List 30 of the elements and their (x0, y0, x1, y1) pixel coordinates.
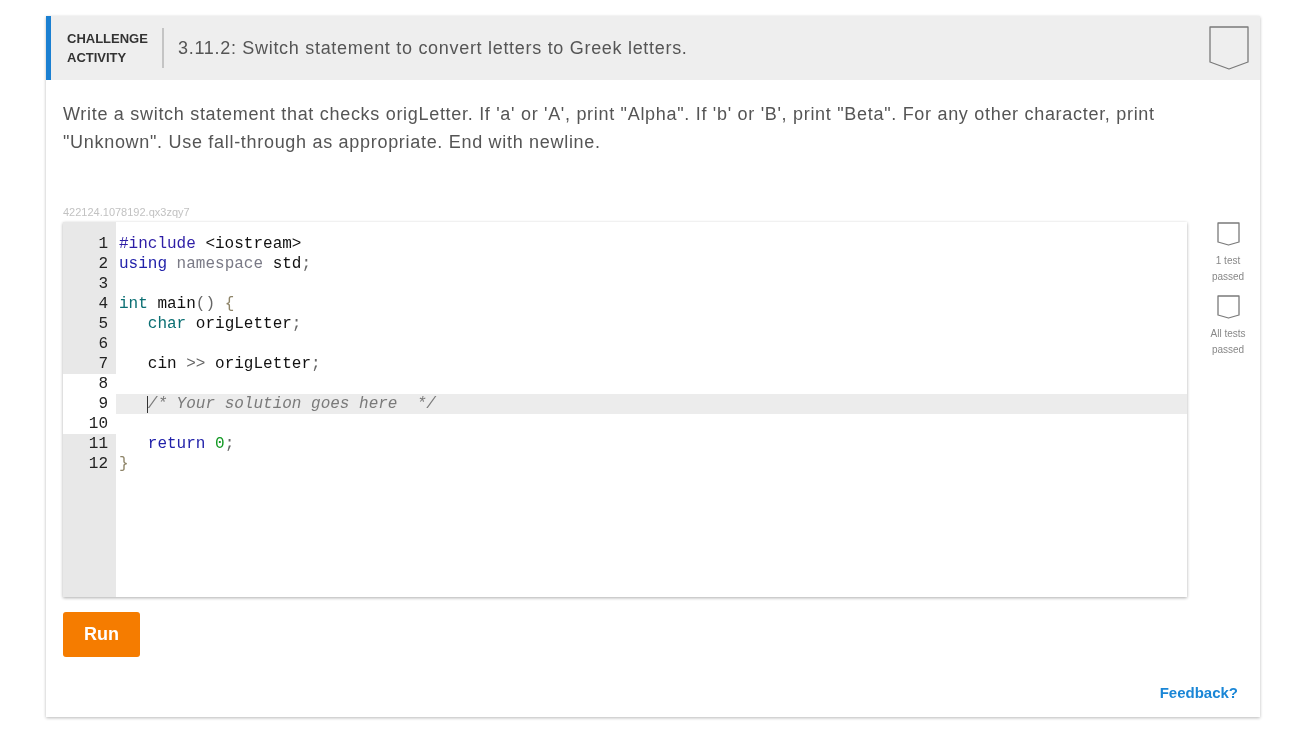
code-line: #include <iostream> (119, 235, 302, 253)
line-number: 7 (97, 354, 109, 374)
line-number: 10 (63, 414, 116, 434)
code-line: return 0; (147, 435, 235, 453)
line-number: 11 (87, 434, 109, 454)
test-status-label: 1 test passed (1210, 254, 1246, 284)
code-line: using namespace std; (119, 255, 312, 273)
code-line: cin >> origLetter; (147, 355, 321, 373)
line-number: 2 (97, 254, 109, 274)
run-button[interactable]: Run (63, 612, 140, 657)
line-number: 3 (97, 274, 109, 294)
activity-id: 422124.1078192.qx3zqy7 (63, 205, 190, 219)
code-line: /* Your solution goes here */ (147, 395, 436, 413)
activity-title: 3.11.2: Switch statement to convert letters to Greek letters. (162, 28, 688, 68)
instructions-text: Write a switch statement that checks origLetter. If 'a' or 'A', print "Alpha". If 'b' or 'B', print "Beta". For any other character, print "Unknown". Use fall-through as appropriate. End with newline. (63, 103, 1156, 154)
code-editor[interactable]: 1 #include <iostream> 2 using namespace std; 3 4 int main() { 5 char origLetter; 6 7 cin >> origLetter; 8 9 /* Your solution goes here */ 10 11 return 0; 12 } (63, 222, 1187, 597)
feedback-link[interactable]: Feedback? (1159, 684, 1238, 702)
code-line: } (119, 455, 129, 473)
line-number: 4 (97, 294, 109, 314)
line-number: 5 (97, 314, 109, 334)
code-line: char origLetter; (147, 315, 302, 333)
line-number: 8 (63, 374, 116, 394)
code-line: int main() { (119, 295, 235, 313)
text-cursor (146, 396, 148, 413)
line-number: 6 (97, 334, 109, 354)
line-number: 1 (97, 234, 109, 254)
line-number: 9 (63, 394, 116, 414)
test-status-label: All tests passed (1209, 327, 1247, 357)
line-number: 12 (87, 454, 109, 474)
activity-type-label: CHALLENGE ACTIVITY (67, 30, 149, 67)
